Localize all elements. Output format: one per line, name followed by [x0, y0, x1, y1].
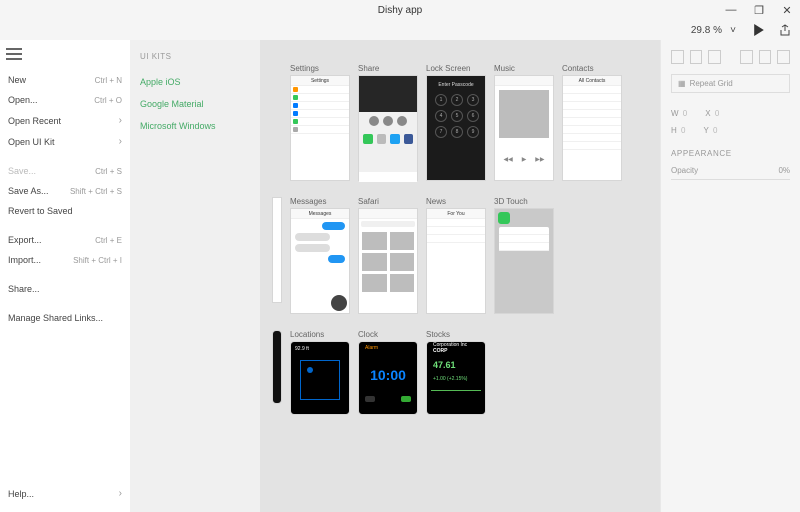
ui-kit-panel: UI KITS Apple iOS Google Material Micros…	[130, 40, 260, 512]
height-field[interactable]: 0	[681, 126, 685, 135]
artboard-label[interactable]: Messages	[290, 197, 350, 206]
menu-open-recent[interactable]: Open Recent›	[6, 110, 124, 131]
design-canvas[interactable]: Settings Settings Share	[260, 40, 660, 512]
share-icon[interactable]	[778, 23, 792, 37]
menu-help[interactable]: Help...›	[6, 483, 124, 504]
window-controls: — ❐ ✕	[722, 0, 796, 20]
y-field[interactable]: 0	[713, 126, 717, 135]
artboard-row: Messages Messages Safari News	[272, 197, 648, 314]
zoom-control[interactable]: 29.8 % ˅	[691, 23, 740, 37]
artboard-locations[interactable]: 92.9 ft	[290, 341, 350, 415]
main-area: NewCtrl + N Open...Ctrl + O Open Recent›…	[0, 40, 800, 512]
menu-revert[interactable]: Revert to Saved	[6, 201, 124, 221]
artboard-label[interactable]: Settings	[290, 64, 350, 73]
artboard-label[interactable]: Clock	[358, 330, 418, 339]
dimension-row: H 0 Y 0	[671, 126, 790, 135]
chevron-down-icon: ˅	[726, 23, 740, 37]
zoom-value: 29.8 %	[691, 25, 722, 36]
opacity-slider[interactable]	[671, 179, 790, 180]
artboard-row: Locations 92.9 ft Clock Alarm 10:00	[272, 330, 648, 415]
play-button[interactable]	[752, 23, 766, 37]
artboard-label[interactable]: News	[426, 197, 486, 206]
align-bottom-icon[interactable]	[777, 50, 790, 64]
artboard-label[interactable]: Share	[358, 64, 418, 73]
grid-icon: ▦	[678, 79, 686, 88]
artboard-label[interactable]: Lock Screen	[426, 64, 486, 73]
x-field[interactable]: 0	[715, 109, 719, 118]
menu-save-as[interactable]: Save As...Shift + Ctrl + S	[6, 181, 124, 201]
restore-button[interactable]: ❐	[750, 4, 768, 17]
artboard-label[interactable]: 3D Touch	[494, 197, 554, 206]
align-left-icon[interactable]	[671, 50, 684, 64]
menu-share[interactable]: Share...	[6, 279, 124, 299]
artboard-3d-touch[interactable]	[494, 208, 554, 314]
artboard-contacts[interactable]: All Contacts	[562, 75, 622, 181]
ui-kit-apple-ios[interactable]: Apple iOS	[140, 71, 250, 93]
artboard-partial[interactable]	[272, 197, 282, 303]
align-right-icon[interactable]	[708, 50, 721, 64]
top-toolbar: 29.8 % ˅	[0, 20, 800, 40]
hamburger-icon[interactable]	[6, 48, 22, 60]
artboard-label[interactable]: Stocks	[426, 330, 486, 339]
chevron-right-icon: ›	[119, 136, 122, 147]
artboard-label[interactable]: Safari	[358, 197, 418, 206]
artboard-settings[interactable]: Settings	[290, 75, 350, 181]
inspector-panel: ▦ Repeat Grid W 0 X 0 H 0 Y 0 APPEARANCE…	[660, 40, 800, 512]
repeat-grid-button[interactable]: ▦ Repeat Grid	[671, 74, 790, 93]
artboard-label[interactable]: Locations	[290, 330, 350, 339]
menu-save[interactable]: Save...Ctrl + S	[6, 161, 124, 181]
chevron-right-icon: ›	[119, 115, 122, 126]
width-field[interactable]: 0	[683, 109, 687, 118]
ui-kit-google-material[interactable]: Google Material	[140, 93, 250, 115]
ui-kit-microsoft-windows[interactable]: Microsoft Windows	[140, 115, 250, 137]
artboard-stocks[interactable]: Corporation Inc CORP 47.61 +1.00 (+2.15%…	[426, 341, 486, 415]
artboard-music[interactable]: ◀◀▶▶▶	[494, 75, 554, 181]
ui-kit-header: UI KITS	[140, 52, 250, 61]
align-top-icon[interactable]	[740, 50, 753, 64]
menu-open-ui-kit[interactable]: Open UI Kit›	[6, 131, 124, 152]
menu-import[interactable]: Import...Shift + Ctrl + I	[6, 250, 124, 270]
appearance-header: APPEARANCE	[671, 149, 790, 158]
artboard-label[interactable]: Music	[494, 64, 554, 73]
artboard-label[interactable]: Contacts	[562, 64, 622, 73]
artboard-messages[interactable]: Messages	[290, 208, 350, 314]
chevron-right-icon: ›	[119, 488, 122, 499]
dimension-row: W 0 X 0	[671, 109, 790, 118]
close-button[interactable]: ✕	[778, 4, 796, 17]
align-tools	[671, 50, 790, 64]
menu-open[interactable]: Open...Ctrl + O	[6, 90, 124, 110]
title-bar: Dishy app — ❐ ✕	[0, 0, 800, 20]
artboard-clock[interactable]: Alarm 10:00	[358, 341, 418, 415]
artboard-safari[interactable]	[358, 208, 418, 314]
minimize-button[interactable]: —	[722, 4, 740, 16]
align-center-icon[interactable]	[690, 50, 703, 64]
artboard-row: Settings Settings Share	[272, 64, 648, 181]
align-middle-icon[interactable]	[759, 50, 772, 64]
menu-new[interactable]: NewCtrl + N	[6, 70, 124, 90]
artboard-watch-partial[interactable]	[272, 330, 282, 404]
menu-manage-links[interactable]: Manage Shared Links...	[6, 308, 124, 328]
menu-export[interactable]: Export...Ctrl + E	[6, 230, 124, 250]
artboard-news[interactable]: For You	[426, 208, 486, 314]
opacity-row: Opacity 0%	[671, 166, 790, 175]
opacity-value[interactable]: 0%	[778, 166, 790, 175]
artboard-share[interactable]	[358, 75, 418, 181]
app-menu-panel: NewCtrl + N Open...Ctrl + O Open Recent›…	[0, 40, 130, 512]
document-title: Dishy app	[378, 5, 422, 16]
artboard-lock-screen[interactable]: Enter Passcode 123 456 789	[426, 75, 486, 181]
